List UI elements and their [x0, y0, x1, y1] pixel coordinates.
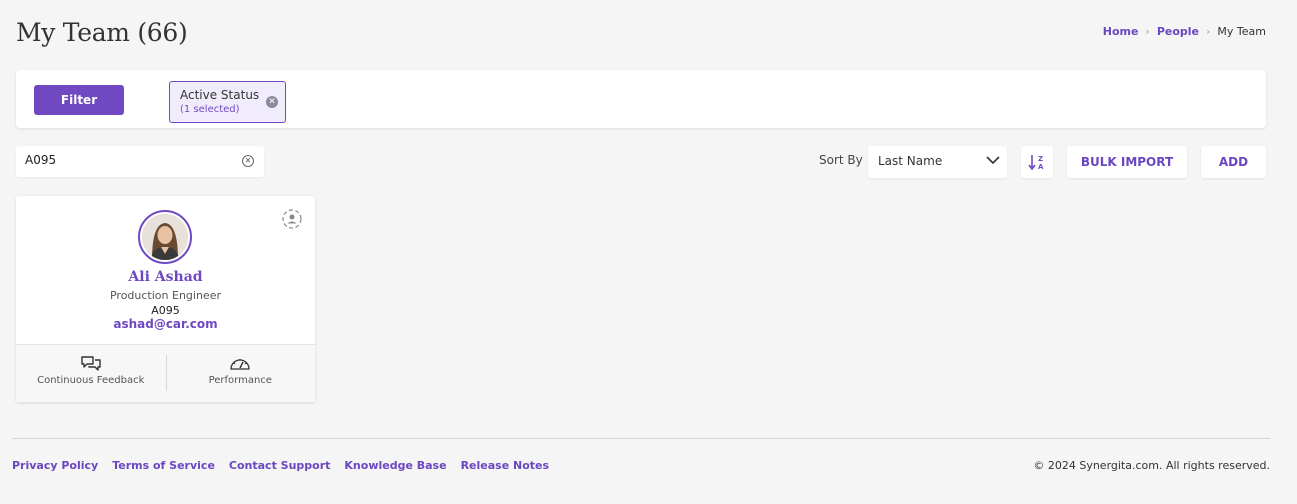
add-button[interactable]: ADD	[1201, 146, 1266, 178]
chat-bubbles-icon	[81, 356, 101, 371]
avatar	[138, 210, 192, 264]
sort-label: Sort By	[819, 153, 863, 167]
filter-chip-label: Active Status	[180, 88, 260, 102]
action-label: Continuous Feedback	[37, 375, 145, 386]
footer-link-support[interactable]: Contact Support	[229, 459, 331, 472]
breadcrumb-current: My Team	[1217, 25, 1266, 38]
continuous-feedback-action[interactable]: Continuous Feedback	[16, 345, 166, 402]
employee-card[interactable]: Ali Ashad Production Engineer A095 ashad…	[16, 196, 315, 402]
chevron-right-icon: ›	[1145, 25, 1150, 38]
gauge-icon	[230, 359, 250, 370]
employee-name[interactable]: Ali Ashad	[16, 269, 315, 285]
breadcrumb-people[interactable]: People	[1157, 25, 1199, 38]
employee-id: A095	[151, 304, 180, 317]
footer-link-knowledge-base[interactable]: Knowledge Base	[344, 459, 446, 472]
sort-selected-value: Last Name	[878, 154, 943, 168]
page-title: My Team (66)	[16, 18, 188, 47]
filter-chip-active-status[interactable]: Active Status (1 selected) ✕	[169, 81, 286, 123]
action-label: Performance	[208, 375, 272, 386]
bulk-import-button[interactable]: BULK IMPORT	[1067, 146, 1187, 178]
sort-alpha-icon: Z A	[1028, 155, 1044, 171]
employee-email[interactable]: ashad@car.com	[16, 317, 315, 331]
avatar-photo	[142, 214, 188, 260]
search-input[interactable]	[25, 153, 225, 167]
footer-links: Privacy Policy Terms of Service Contact …	[12, 459, 549, 472]
sort-direction-button[interactable]: Z A	[1021, 146, 1053, 178]
clear-icon[interactable]: ✕	[242, 155, 254, 167]
footer-divider	[12, 438, 1270, 439]
copyright: © 2024 Synergita.com. All rights reserve…	[1033, 459, 1270, 472]
search-box: ✕	[16, 146, 264, 177]
user-switch-icon[interactable]	[281, 208, 303, 230]
chevron-down-icon	[986, 156, 1000, 165]
chevron-right-icon: ›	[1206, 25, 1211, 38]
footer-link-release-notes[interactable]: Release Notes	[461, 459, 549, 472]
filter-panel: Filter Active Status (1 selected) ✕	[16, 70, 1266, 128]
performance-action[interactable]: Performance	[165, 345, 316, 402]
breadcrumb-home[interactable]: Home	[1103, 25, 1139, 38]
svg-text:A: A	[1038, 163, 1044, 171]
filter-chip-count: (1 selected)	[180, 104, 240, 115]
footer-link-terms[interactable]: Terms of Service	[112, 459, 215, 472]
card-actions: Continuous Feedback Performance	[16, 344, 315, 402]
close-icon[interactable]: ✕	[266, 96, 278, 108]
breadcrumb: Home › People › My Team	[1103, 25, 1266, 38]
svg-text:Z: Z	[1038, 155, 1043, 163]
employee-role: Production Engineer	[109, 289, 221, 302]
footer-link-privacy[interactable]: Privacy Policy	[12, 459, 98, 472]
sort-select[interactable]: Last Name	[868, 146, 1007, 178]
filter-button[interactable]: Filter	[34, 85, 124, 115]
